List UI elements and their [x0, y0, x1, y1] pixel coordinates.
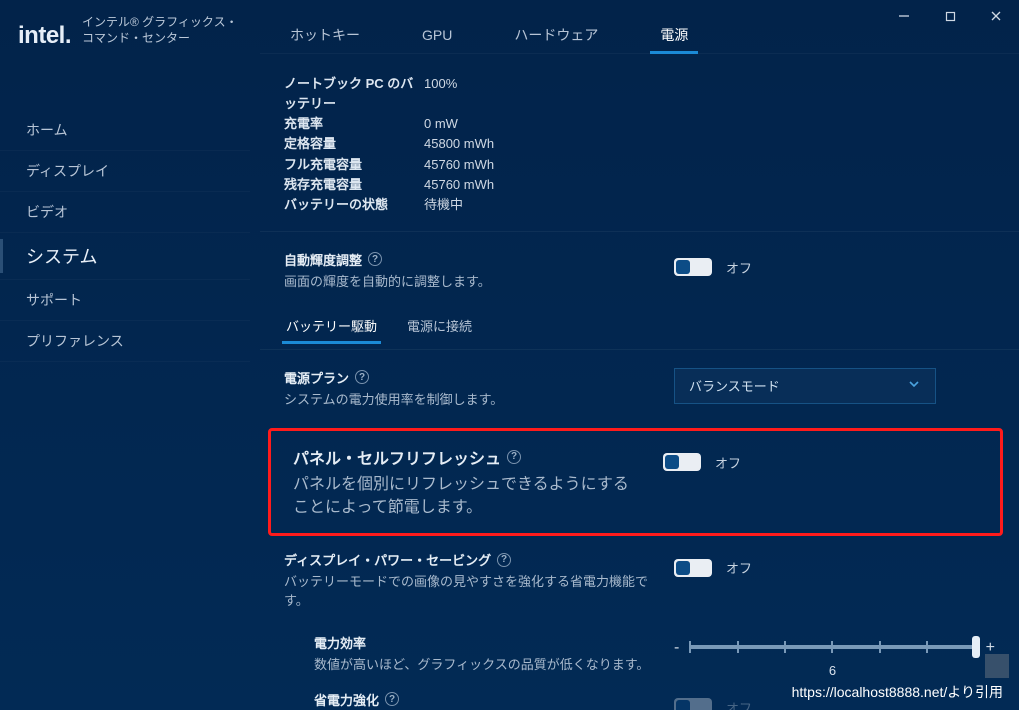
auto-brightness-title: 自動輝度調整 [284, 250, 362, 269]
remaining-label: 残存充電容量 [284, 175, 424, 195]
tab-hotkeys[interactable]: ホットキー [284, 15, 366, 53]
battery-info: ノートブック PC のバッテリー100% 充電率0 mW 定格容量45800 m… [260, 54, 1019, 225]
charge-rate-label: 充電率 [284, 114, 424, 134]
design-capacity-value: 45800 mWh [424, 134, 494, 154]
sidebar-item-preferences[interactable]: プリファレンス [0, 321, 250, 362]
enhanced-power-saving-toggle [674, 698, 712, 710]
help-icon[interactable]: ? [385, 692, 399, 706]
power-plan-desc: システムの電力使用率を制御します。 [284, 391, 654, 410]
slider-minus: - [674, 637, 679, 657]
chevron-down-icon [907, 377, 921, 394]
help-icon[interactable]: ? [368, 252, 382, 266]
sidebar-item-display[interactable]: ディスプレイ [0, 151, 250, 192]
sidebar-item-home[interactable]: ホーム [0, 110, 250, 151]
full-charge-label: フル充電容量 [284, 155, 424, 175]
power-plan-title: 電源プラン [284, 368, 349, 387]
remaining-value: 45760 mWh [424, 175, 494, 195]
help-icon[interactable]: ? [355, 370, 369, 384]
panel-self-refresh-desc: パネルを個別にリフレッシュできるようにすることによって節電します。 [293, 473, 643, 519]
tab-gpu[interactable]: GPU [416, 17, 458, 51]
display-power-saving-state: オフ [726, 558, 752, 577]
panel-self-refresh-toggle[interactable] [663, 453, 701, 471]
panel-self-refresh-title: パネル・セルフリフレッシュ [293, 445, 501, 469]
app-logo: intel. [18, 22, 71, 50]
auto-brightness-toggle[interactable] [674, 258, 712, 276]
sidebar-item-support[interactable]: サポート [0, 280, 250, 321]
subtab-plugged[interactable]: 電源に接続 [405, 308, 474, 343]
power-efficiency-slider[interactable]: 6 [689, 637, 975, 678]
display-power-saving-desc: バッテリーモードでの画像の見やすさを強化する省電力機能です。 [284, 573, 654, 611]
scroll-button[interactable] [985, 654, 1009, 678]
enhanced-power-saving-title: 省電力強化 [314, 690, 379, 709]
power-plan-value: バランスモード [689, 376, 780, 395]
power-efficiency-desc: 数値が高いほど、グラフィックスの品質が低くなります。 [314, 656, 654, 675]
battery-label: ノートブック PC のバッテリー [284, 74, 424, 114]
sidebar-item-video[interactable]: ビデオ [0, 192, 250, 233]
full-charge-value: 45760 mWh [424, 155, 494, 175]
status-label: バッテリーの状態 [284, 195, 424, 215]
highlighted-section: パネル・セルフリフレッシュ ? パネルを個別にリフレッシュできるようにすることに… [268, 428, 1003, 536]
subtab-battery[interactable]: バッテリー駆動 [284, 308, 379, 343]
design-capacity-label: 定格容量 [284, 134, 424, 154]
help-icon[interactable]: ? [507, 450, 521, 464]
sidebar: ホーム ディスプレイ ビデオ システム サポート プリファレンス [0, 110, 250, 362]
auto-brightness-state: オフ [726, 258, 752, 277]
tab-power[interactable]: 電源 [654, 15, 694, 53]
status-value: 待機中 [424, 195, 463, 215]
display-power-saving-toggle[interactable] [674, 559, 712, 577]
display-power-saving-title: ディスプレイ・パワー・セービング [284, 550, 491, 569]
power-efficiency-value: 6 [689, 663, 975, 678]
enhanced-power-saving-state: オフ [726, 698, 752, 710]
top-tabs: ホットキー GPU ハードウェア 電源 [260, 14, 1019, 54]
tab-hardware[interactable]: ハードウェア [508, 15, 604, 53]
sub-tabs: バッテリー駆動 電源に接続 [260, 304, 1019, 343]
app-title: インテル® グラフィックス・コマンド・センター [82, 14, 242, 46]
auto-brightness-desc: 画面の輝度を自動的に調整します。 [284, 273, 654, 292]
charge-rate-value: 0 mW [424, 114, 458, 134]
help-icon[interactable]: ? [497, 553, 511, 567]
sidebar-item-system[interactable]: システム [0, 233, 250, 280]
power-plan-dropdown[interactable]: バランスモード [674, 368, 936, 404]
watermark: https://localhost8888.net/より引用 [792, 682, 1003, 702]
panel-self-refresh-state: オフ [715, 453, 741, 472]
main-panel: ホットキー GPU ハードウェア 電源 ノートブック PC のバッテリー100%… [260, 14, 1019, 710]
battery-value: 100% [424, 74, 457, 114]
power-efficiency-title: 電力効率 [314, 633, 366, 652]
slider-handle[interactable] [972, 636, 980, 658]
